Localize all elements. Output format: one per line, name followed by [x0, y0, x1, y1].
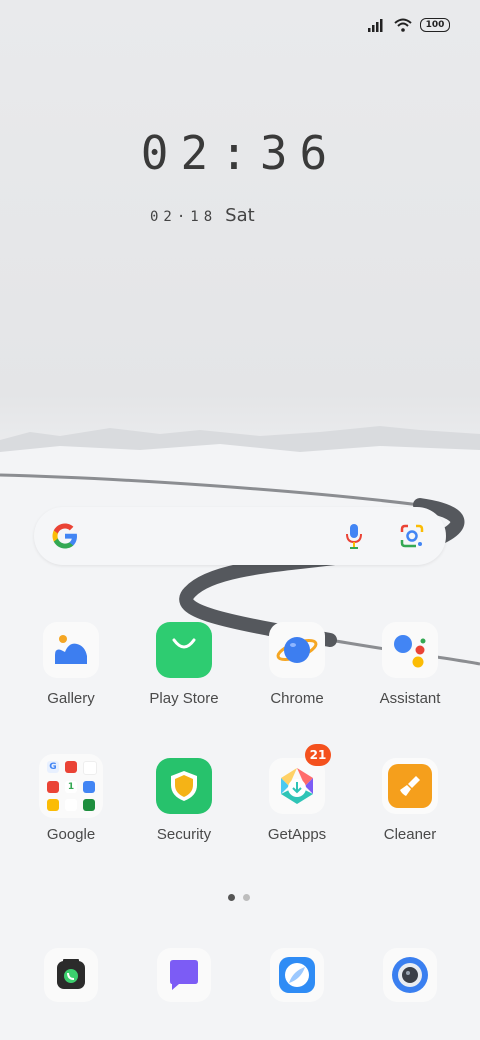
lock-clock-time[interactable]: 02:36 [0, 126, 480, 180]
dock-messages[interactable] [134, 948, 234, 1002]
app-label: Cleaner [383, 826, 437, 843]
weekday-text: Sat [225, 205, 255, 226]
dock-browser[interactable] [247, 948, 347, 1002]
browser-icon [270, 948, 324, 1002]
app-label: GetApps [267, 826, 327, 843]
signal-bars-icon [368, 19, 383, 32]
notification-badge: 21 [305, 744, 331, 766]
battery-indicator: 100 [420, 18, 450, 32]
app-cleaner[interactable]: Cleaner [360, 758, 460, 843]
app-label: Gallery [47, 690, 95, 707]
app-label: Security [156, 826, 212, 843]
page-dot[interactable] [243, 894, 250, 901]
lock-clock-date[interactable]: 02·18 Sat [150, 205, 255, 226]
app-play-store[interactable]: Play Store [134, 622, 234, 707]
app-label: Play Store [149, 690, 219, 707]
page-indicator[interactable] [228, 894, 250, 901]
app-label: Google [46, 826, 96, 843]
page-dot-active[interactable] [228, 894, 235, 901]
app-getapps[interactable]: 21 GetApps [247, 744, 347, 843]
wifi-icon [394, 18, 412, 32]
cleaner-icon [382, 758, 438, 814]
google-folder-icon: G 1 [39, 754, 103, 818]
messages-icon [157, 948, 211, 1002]
google-g-icon [52, 523, 77, 549]
chrome-icon [269, 622, 325, 678]
google-search-bar[interactable] [34, 507, 446, 565]
status-bar: 100 [368, 18, 450, 32]
play-store-icon [156, 622, 212, 678]
app-chrome[interactable]: Chrome [247, 622, 347, 707]
app-security[interactable]: Security [134, 758, 234, 843]
app-google-folder[interactable]: G 1 Google [21, 754, 121, 843]
security-icon [156, 758, 212, 814]
getapps-icon: 21 [269, 744, 331, 814]
mic-icon[interactable] [344, 522, 364, 550]
gallery-icon [43, 622, 99, 678]
app-gallery[interactable]: Gallery [21, 622, 121, 707]
app-label: Assistant [379, 690, 441, 707]
dock-phone[interactable] [21, 948, 121, 1002]
app-assistant[interactable]: Assistant [360, 622, 460, 707]
app-label: Chrome [270, 690, 324, 707]
google-lens-icon[interactable] [398, 522, 426, 550]
phone-icon [44, 948, 98, 1002]
date-text: 02·18 [150, 209, 218, 225]
assistant-icon [382, 622, 438, 678]
camera-icon [383, 948, 437, 1002]
dock-camera[interactable] [360, 948, 460, 1002]
